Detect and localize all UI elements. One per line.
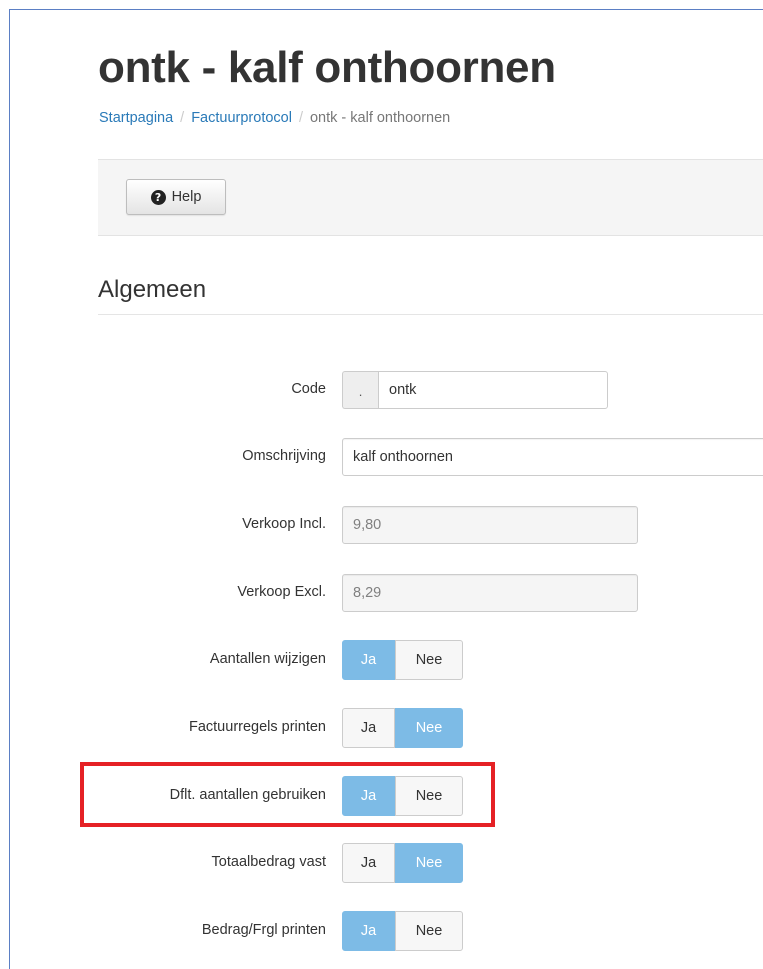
- form-row-bedrag-frgl-printen: Bedrag/Frgl printen Ja Nee: [10, 910, 763, 951]
- verkoop-incl-input: 9,80: [342, 506, 638, 544]
- question-circle-icon: ?: [150, 189, 166, 205]
- breadcrumb-link-startpagina[interactable]: Startpagina: [99, 110, 173, 126]
- factuurregels-printen-label: Factuurregels printen: [188, 719, 326, 735]
- section-title: Algemeen: [98, 276, 207, 303]
- form-row-dflt-aantallen-gebruiken: Dflt. aantallen gebruiken Ja Nee: [10, 775, 763, 816]
- factuurregels-printen-toggle: Ja Nee: [342, 708, 463, 748]
- breadcrumb-link-factuurprotocol[interactable]: Factuurprotocol: [191, 110, 292, 126]
- totaalbedrag-vast-nee-button[interactable]: Nee: [395, 843, 463, 883]
- factuurregels-printen-ja-button[interactable]: Ja: [342, 708, 395, 748]
- breadcrumb-separator: /: [298, 110, 303, 126]
- bedrag-frgl-printen-ja-button[interactable]: Ja: [342, 911, 395, 951]
- aantallen-wijzigen-nee-button[interactable]: Nee: [395, 640, 463, 680]
- verkoop-excl-input: 8,29: [342, 574, 638, 612]
- omschrijving-input[interactable]: kalf onthoornen: [342, 438, 763, 476]
- bedrag-frgl-printen-toggle: Ja Nee: [342, 911, 463, 951]
- form-row-factuurregels-printen: Factuurregels printen Ja Nee: [10, 707, 763, 748]
- dflt-aantallen-gebruiken-label: Dflt. aantallen gebruiken: [169, 787, 326, 803]
- form-row-totaalbedrag-vast: Totaalbedrag vast Ja Nee: [10, 842, 763, 883]
- form-row-omschrijving: Omschrijving kalf onthoornen: [10, 436, 763, 476]
- form-row-code: Code . ontk: [10, 369, 763, 409]
- form-row-aantallen-wijzigen: Aantallen wijzigen Ja Nee: [10, 639, 763, 680]
- section-divider: [98, 314, 763, 315]
- help-button-label: Help: [171, 189, 202, 205]
- factuurregels-printen-nee-button[interactable]: Nee: [395, 708, 463, 748]
- totaalbedrag-vast-ja-button[interactable]: Ja: [342, 843, 395, 883]
- page-frame: ontk - kalf onthoornen Startpagina / Factu…: [9, 9, 763, 969]
- verkoop-excl-label: Verkoop Excl.: [237, 584, 326, 600]
- form-row-verkoop-excl: Verkoop Excl. 8,29: [10, 572, 763, 612]
- code-input[interactable]: ontk: [378, 371, 608, 409]
- dflt-aantallen-gebruiken-nee-button[interactable]: Nee: [395, 776, 463, 816]
- totaalbedrag-vast-toggle: Ja Nee: [342, 843, 463, 883]
- code-prefix-addon: .: [342, 371, 378, 409]
- breadcrumb-separator: /: [180, 110, 185, 126]
- bedrag-frgl-printen-nee-button[interactable]: Nee: [395, 911, 463, 951]
- totaalbedrag-vast-label: Totaalbedrag vast: [211, 854, 326, 870]
- page-title: ontk - kalf onthoornen: [98, 43, 556, 92]
- breadcrumb: Startpagina / Factuurprotocol / ontk - kalf …: [99, 108, 450, 128]
- code-input-group: . ontk: [342, 371, 608, 409]
- verkoop-incl-label: Verkoop Incl.: [242, 516, 326, 532]
- dflt-aantallen-gebruiken-ja-button[interactable]: Ja: [342, 776, 395, 816]
- omschrijving-label: Omschrijving: [242, 448, 326, 464]
- breadcrumb-current: ontk - kalf onthoornen: [309, 110, 451, 126]
- toolbar: ? Help: [98, 159, 763, 236]
- form-row-verkoop-incl: Verkoop Incl. 9,80: [10, 504, 763, 544]
- aantallen-wijzigen-toggle: Ja Nee: [342, 640, 463, 680]
- code-label: Code: [291, 381, 326, 397]
- bedrag-frgl-printen-label: Bedrag/Frgl printen: [201, 922, 326, 938]
- aantallen-wijzigen-ja-button[interactable]: Ja: [342, 640, 395, 680]
- dflt-aantallen-gebruiken-toggle: Ja Nee: [342, 776, 463, 816]
- aantallen-wijzigen-label: Aantallen wijzigen: [209, 651, 326, 667]
- help-button[interactable]: ? Help: [126, 179, 226, 215]
